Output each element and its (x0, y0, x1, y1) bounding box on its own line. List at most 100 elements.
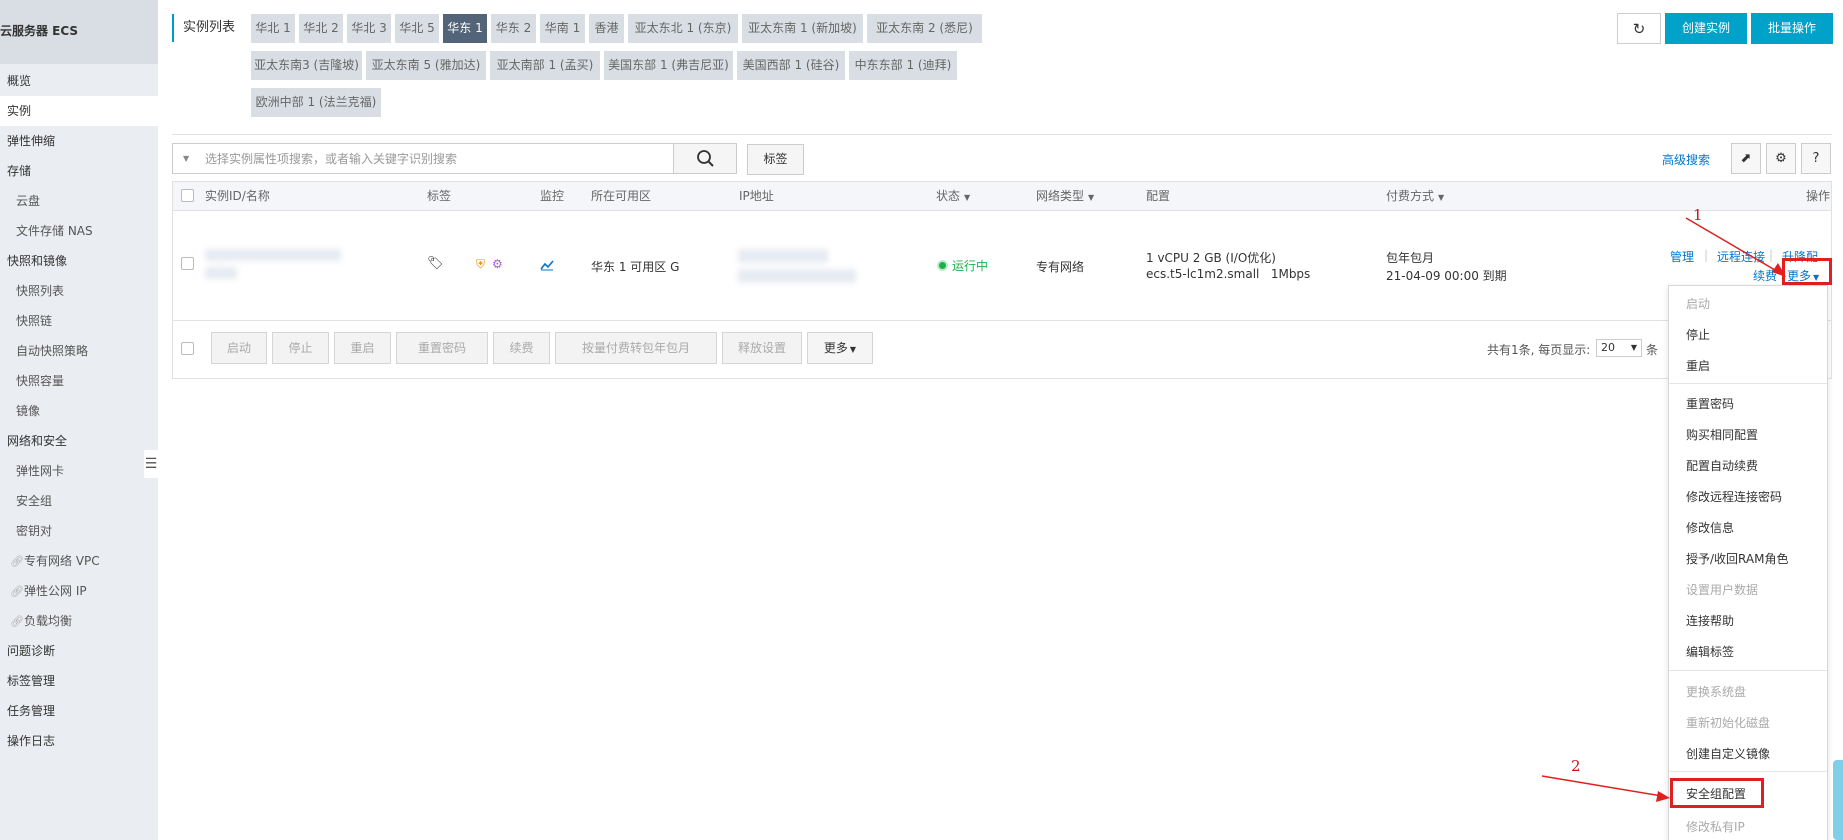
menu-item-user-data[interactable]: 设置用户数据 (1686, 581, 1758, 598)
caret-down-icon[interactable]: ▼ (183, 144, 189, 173)
menu-item-change-remote-password[interactable]: 修改远程连接密码 (1686, 488, 1782, 505)
sidebar-item-storage[interactable]: 存储 (0, 156, 158, 186)
sidebar-item-vpc[interactable]: 🔗︎专有网络 VPC (0, 546, 158, 576)
monitor-chart-icon[interactable] (540, 259, 554, 271)
sidebar-item-label: 负载均衡 (24, 614, 73, 628)
sidebar-item-overview[interactable]: 概览 (0, 66, 158, 96)
tag-filter-button[interactable]: 标签 (747, 144, 804, 175)
sidebar-item-auto-snapshot-policy[interactable]: 自动快照策略 (0, 336, 158, 366)
tab-region[interactable]: 华北 2 (299, 14, 343, 43)
batch-start-button[interactable]: 启动 (211, 332, 267, 364)
menu-item-modify-private-ip[interactable]: 修改私有IP (1686, 818, 1745, 835)
tab-region[interactable]: 欧洲中部 1 (法兰克福) (251, 88, 381, 117)
batch-select-checkbox[interactable] (181, 342, 194, 355)
sidebar-item-snapshots-images[interactable]: 快照和镜像 (0, 246, 158, 276)
help-button[interactable]: ? (1801, 143, 1831, 174)
sidebar-item-instances[interactable]: 实例 (0, 96, 158, 126)
redacted-instance-name (205, 267, 237, 279)
sidebar-item-operation-log[interactable]: 操作日志 (0, 726, 158, 756)
tab-region[interactable]: 华北 5 (395, 14, 439, 43)
batch-renew-button[interactable]: 续费 (493, 332, 550, 364)
tab-region[interactable]: 美国东部 1 (弗吉尼亚) (604, 51, 733, 80)
divider (172, 134, 1832, 135)
tab-region[interactable]: 亚太东南 1 (新加坡) (742, 14, 863, 43)
tab-region[interactable]: 亚太东南 5 (雅加达) (366, 51, 486, 80)
row-checkbox[interactable] (181, 257, 194, 270)
page-size-select[interactable]: 20 ▼ (1596, 339, 1642, 357)
create-instance-button[interactable]: 创建实例 (1665, 13, 1747, 44)
sidebar-item-auto-scaling[interactable]: 弹性伸缩 (0, 126, 158, 156)
batch-release-settings-button[interactable]: 释放设置 (722, 332, 802, 364)
menu-item-auto-renew[interactable]: 配置自动续费 (1686, 457, 1758, 474)
sidebar-collapse-icon[interactable]: ☰ (144, 450, 158, 478)
sidebar-item-label: 专有网络 VPC (24, 554, 100, 568)
tab-region-active[interactable]: 华东 1 (443, 14, 487, 43)
menu-item-create-custom-image[interactable]: 创建自定义镜像 (1686, 745, 1770, 762)
menu-item-start[interactable]: 启动 (1686, 295, 1710, 312)
sidebar-item-images[interactable]: 镜像 (0, 396, 158, 426)
sidebar-item-network-security[interactable]: 网络和安全 (0, 426, 158, 456)
floating-help-tab[interactable] (1833, 760, 1843, 840)
shield-icon[interactable]: ⛨ (476, 257, 485, 272)
tab-region[interactable]: 华东 2 (491, 14, 536, 43)
sidebar-item-slb[interactable]: 🔗︎负载均衡 (0, 606, 158, 636)
tab-region[interactable]: 香港 (589, 14, 624, 43)
tab-region[interactable]: 美国西部 1 (硅谷) (737, 51, 845, 80)
column-header-status[interactable]: 状态 ▼ (936, 182, 970, 212)
menu-item-ram-role[interactable]: 授予/收回RAM角色 (1686, 550, 1788, 567)
tab-region[interactable]: 华南 1 (540, 14, 585, 43)
sidebar-item-snapshot-list[interactable]: 快照列表 (0, 276, 158, 306)
sort-down-icon: ▼ (1438, 193, 1445, 202)
tab-region[interactable]: 亚太东北 1 (东京) (628, 14, 738, 43)
refresh-button[interactable]: ↻ (1617, 13, 1661, 44)
advanced-search-link[interactable]: 高级搜索 (1662, 151, 1710, 168)
column-header-billing[interactable]: 付费方式 ▼ (1386, 182, 1444, 212)
batch-stop-button[interactable]: 停止 (272, 332, 329, 364)
sidebar-item-task-management[interactable]: 任务管理 (0, 696, 158, 726)
sidebar-item-tag-management[interactable]: 标签管理 (0, 666, 158, 696)
menu-item-restart[interactable]: 重启 (1686, 357, 1710, 374)
menu-item-edit-tags[interactable]: 编辑标签 (1686, 643, 1734, 660)
sidebar-item-snapshot-chain[interactable]: 快照链 (0, 306, 158, 336)
gear-icon[interactable]: ⚙ (492, 257, 503, 271)
tab-region[interactable]: 亚太东南3 (吉隆坡) (251, 51, 362, 80)
sidebar-item-snapshot-capacity[interactable]: 快照容量 (0, 366, 158, 396)
column-header-network[interactable]: 网络类型 ▼ (1036, 182, 1094, 212)
sidebar-item-key-pairs[interactable]: 密钥对 (0, 516, 158, 546)
search-button[interactable] (673, 143, 737, 174)
search-field[interactable]: ▼ (172, 143, 674, 174)
export-button[interactable]: ⬈ (1731, 143, 1761, 174)
batch-reset-password-button[interactable]: 重置密码 (396, 332, 488, 364)
select-all-checkbox[interactable] (181, 189, 194, 202)
sidebar-item-disks[interactable]: 云盘 (0, 186, 158, 216)
sidebar-item-eni[interactable]: 弹性网卡 (0, 456, 158, 486)
tab-region[interactable]: 华北 1 (251, 14, 295, 43)
menu-item-modify-info[interactable]: 修改信息 (1686, 519, 1734, 536)
sidebar-item-eip[interactable]: 🔗︎弹性公网 IP (0, 576, 158, 606)
tab-region[interactable]: 亚太南部 1 (孟买) (490, 51, 600, 80)
instance-table: 实例ID/名称 标签 监控 所在可用区 IP地址 状态 ▼ 网络类型 ▼ 配置 付费… (172, 181, 1832, 379)
menu-item-stop[interactable]: 停止 (1686, 326, 1710, 343)
tab-region[interactable]: 亚太东南 2 (悉尼) (867, 14, 982, 43)
batch-convert-billing-button[interactable]: 按量付费转包年包月 (555, 332, 717, 364)
column-header-ip: IP地址 (739, 189, 774, 203)
menu-item-reinit-disk[interactable]: 重新初始化磁盘 (1686, 714, 1770, 731)
tab-region[interactable]: 华北 3 (347, 14, 391, 43)
tag-icon[interactable]: 🏷︎ (427, 256, 444, 271)
tab-region[interactable]: 中东东部 1 (迪拜) (849, 51, 957, 80)
divider (173, 320, 1831, 321)
sidebar-item-diagnosis[interactable]: 问题诊断 (0, 636, 158, 666)
menu-item-replace-system-disk[interactable]: 更换系统盘 (1686, 683, 1746, 700)
menu-item-buy-same-config[interactable]: 购买相同配置 (1686, 426, 1758, 443)
menu-item-reset-password[interactable]: 重置密码 (1686, 395, 1734, 412)
settings-button[interactable]: ⚙ (1766, 143, 1796, 174)
sidebar-item-nas[interactable]: 文件存储 NAS (0, 216, 158, 246)
search-input[interactable] (205, 148, 665, 170)
sidebar-item-security-groups[interactable]: 安全组 (0, 486, 158, 516)
batch-operation-button[interactable]: 批量操作 (1751, 13, 1833, 44)
batch-restart-button[interactable]: 重启 (334, 332, 391, 364)
menu-item-security-group-config[interactable]: 安全组配置 (1686, 785, 1746, 802)
batch-more-button[interactable]: 更多 ▼ (807, 332, 873, 364)
batch-more-label: 更多 (823, 341, 848, 355)
menu-item-connect-help[interactable]: 连接帮助 (1686, 612, 1734, 629)
